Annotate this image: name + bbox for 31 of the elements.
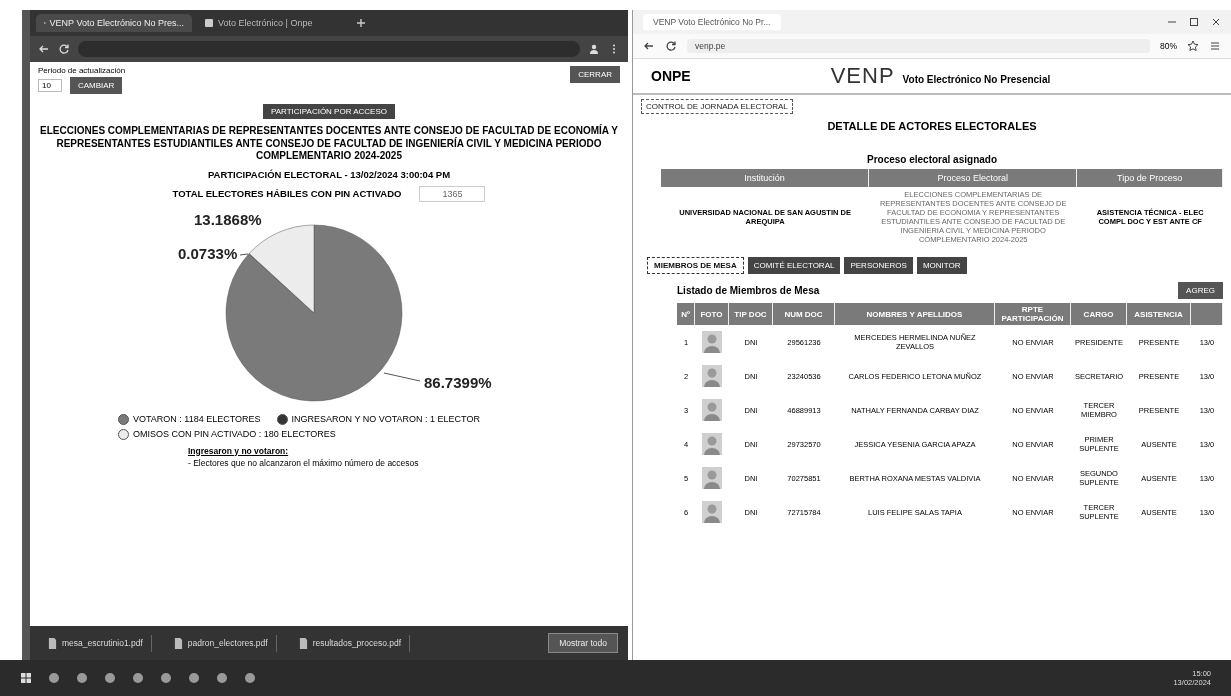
column-header: Tipo de Proceso [1077,169,1223,187]
total-field: 1365 [419,185,486,202]
election-title: ELECCIONES COMPLEMENTARIAS DE REPRESENTANTES DOCENTES ANTE CONSEJO DE FACULTAD DE ECONOMÍA Y REPRESENTANTES ESTUDIANTILES ANTE CONSEJO DE FACULTAD DE INGENIERÍA CIVIL Y MEDICINA PERIODO COMPLEMENTARIO 2024-2025 [39,125,619,163]
column-header: ASISTENCIA [1127,303,1191,325]
pie-value-label: 86.7399% [424,373,492,391]
list-title: Listado de Miembros de Mesa [677,285,820,296]
page-heading: DETALLE DE ACTORES ELECTORALES [826,120,1038,132]
column-header: NOMBRES Y APELLIDOS [835,303,995,325]
pie-value-label: 13.1868% [194,210,262,228]
column-header: Proceso Electoral [869,169,1078,187]
onpe-logo: ONPE [651,68,691,84]
tagline: Voto Electrónico No Presencial [902,74,1051,85]
legend-label: OMISOS CON PIN ACTIVADO : 180 ELECTORES [133,429,336,439]
participation-label: PARTICIPACIÓN POR ACCESO [263,104,395,119]
column-header: CARGO [1071,303,1127,325]
column-header: NUM DOC [773,303,835,325]
pie-value-label: 0.0733% [178,244,238,262]
section-heading: Proceso electoral asignado [865,154,999,165]
legend-label: VOTARON : 1184 ELECTORES [133,414,261,424]
column-header: RPTE PARTICIPACIÓN [995,303,1071,325]
column-header: Institución [661,169,870,187]
column-header: FOTO [695,303,729,325]
legend-label: INGRESARON Y NO VOTARON : 1 ELECTOR [291,414,480,424]
note-text: - Electores que no alcanzaron el máximo número de accesos [188,457,420,468]
participation-date: PARTICIPACIÓN ELECTORAL - 13/02/2024 3:00:04 PM [206,168,452,180]
column-header: Nº [677,303,695,325]
refresh-label: Periodo de actualización [38,66,126,75]
venp-logo: VENP [830,63,895,89]
note-title: Ingresaron y no votaron: [188,445,290,456]
total-label: TOTAL ELECTORES HÁBILES CON PIN ACTIVADO [172,188,402,199]
column-header: TIP DOC [729,303,773,325]
